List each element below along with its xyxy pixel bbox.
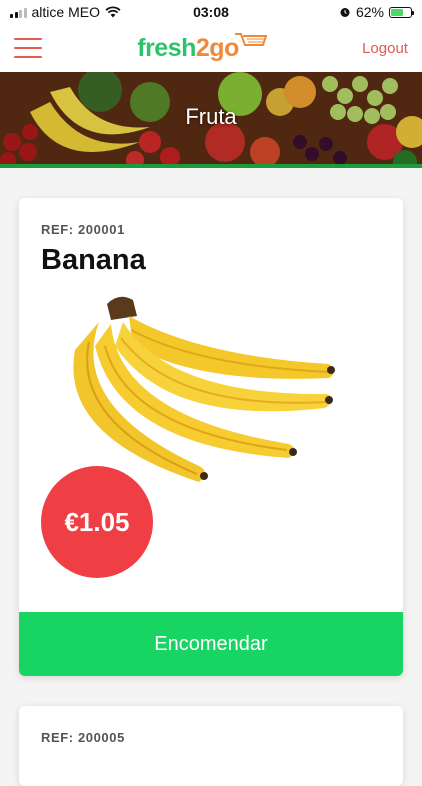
battery-percent: 62% bbox=[355, 4, 384, 20]
signal-icon bbox=[10, 7, 27, 18]
app-header: fresh 2 go Logout bbox=[0, 24, 422, 72]
banner-title: Fruta bbox=[185, 104, 237, 129]
status-right: 62% bbox=[339, 4, 414, 20]
status-left: altice MEO bbox=[10, 4, 121, 20]
menu-icon[interactable] bbox=[14, 38, 42, 58]
wifi-icon bbox=[105, 6, 121, 18]
cart-icon bbox=[234, 33, 267, 46]
product-name: Banana bbox=[41, 244, 146, 276]
product-card: REF: 200001 Banana €1.05 Encomendar bbox=[19, 198, 403, 676]
order-button[interactable]: Encomendar bbox=[19, 612, 403, 676]
price-badge: €1.05 bbox=[41, 466, 153, 578]
product-ref: REF: 200005 bbox=[41, 730, 125, 745]
product-card: REF: 200005 bbox=[19, 706, 403, 786]
status-bar: altice MEO 03:08 62% bbox=[0, 0, 422, 24]
category-banner: Fruta bbox=[0, 72, 422, 168]
logo: fresh 2 go bbox=[137, 33, 267, 63]
battery-icon bbox=[389, 6, 414, 18]
banana-image bbox=[73, 296, 335, 482]
alarm-icon bbox=[340, 8, 350, 17]
product-ref: REF: 200001 bbox=[41, 222, 125, 237]
logout-link[interactable]: Logout bbox=[362, 40, 408, 57]
carrier-label: altice MEO bbox=[31, 4, 100, 20]
